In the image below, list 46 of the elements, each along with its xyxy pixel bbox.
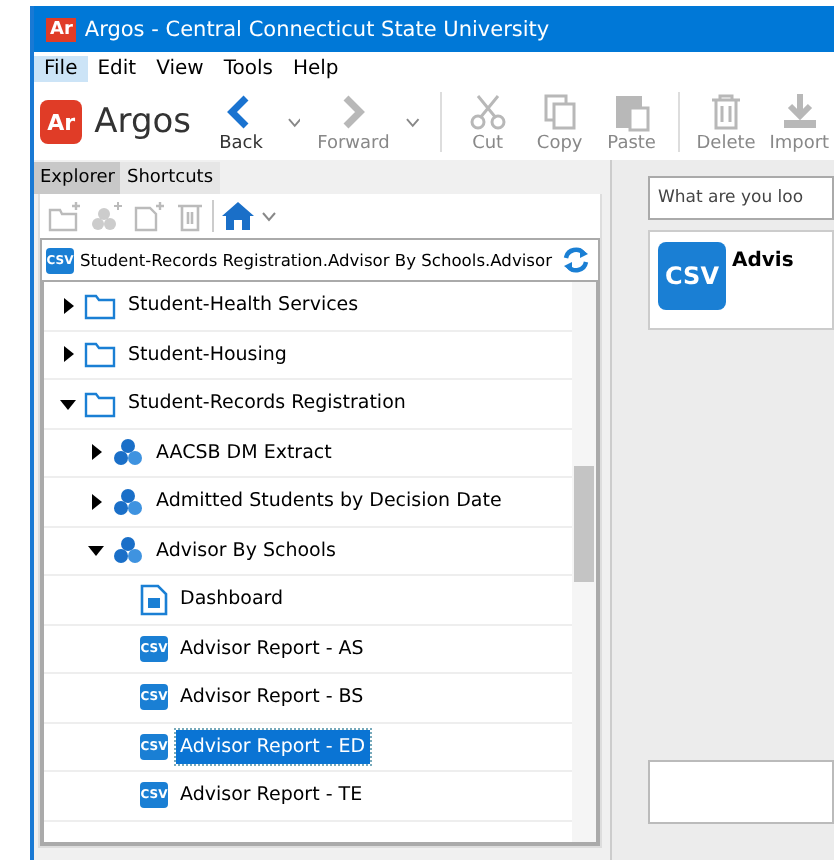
- caret-icon[interactable]: [262, 211, 276, 221]
- menu-item[interactable]: Edit: [87, 55, 147, 81]
- report-title: Advis: [732, 250, 794, 272]
- expand-arrow-icon[interactable]: [88, 444, 104, 461]
- tree-item[interactable]: Admitted Students by Decision Date: [152, 484, 506, 519]
- refresh-icon[interactable]: [562, 246, 590, 274]
- cubes-icon: [112, 487, 144, 516]
- tree-item[interactable]: AACSB DM Extract: [152, 435, 336, 470]
- cubes-icon: [112, 438, 144, 467]
- scrollbar[interactable]: [572, 282, 596, 842]
- tree-item[interactable]: Student-Records Registration: [124, 386, 410, 421]
- caret-icon[interactable]: [287, 117, 301, 127]
- panel-tab[interactable]: Shortcuts: [120, 162, 220, 194]
- expand-arrow-icon[interactable]: [60, 346, 76, 363]
- document-chart-icon: [140, 583, 168, 616]
- folder-icon: [84, 389, 116, 418]
- tree-item[interactable]: Advisor Report - BS: [176, 680, 368, 715]
- app-icon: Ar: [46, 17, 77, 41]
- menu-item[interactable]: File: [34, 55, 88, 81]
- folder-icon: [84, 291, 116, 320]
- menu-item[interactable]: Tools: [213, 55, 283, 81]
- tree-item[interactable]: Advisor Report - AS: [176, 631, 368, 666]
- folder-icon: [84, 340, 116, 369]
- tree-item[interactable]: Dashboard: [176, 582, 288, 617]
- tree-item[interactable]: Advisor Report - TE: [176, 778, 367, 813]
- tree-item[interactable]: Student-Housing: [124, 337, 291, 372]
- expand-arrow-icon[interactable]: [88, 493, 104, 510]
- logo-icon: Ar: [40, 100, 83, 144]
- tree-item[interactable]: Advisor By Schools: [152, 533, 340, 568]
- menu-item[interactable]: View: [146, 55, 214, 81]
- cubes-icon: [112, 536, 144, 565]
- collapse-arrow-icon[interactable]: [60, 395, 76, 412]
- panel-tab[interactable]: Explorer: [34, 162, 121, 194]
- collapse-arrow-icon[interactable]: [88, 542, 104, 559]
- back-button[interactable]: Back: [207, 90, 276, 154]
- csv-icon: CSV: [658, 242, 726, 310]
- home-icon[interactable]: [220, 200, 256, 232]
- expand-arrow-icon[interactable]: [60, 297, 76, 314]
- cut-icon: [465, 90, 510, 134]
- tree-item[interactable]: Advisor Report - ED: [176, 729, 370, 764]
- window-title: Argos - Central Connecticut State University: [84, 17, 550, 41]
- menu-item[interactable]: Help: [282, 55, 349, 81]
- tree-item[interactable]: Student-Health Services: [124, 288, 363, 323]
- app-name: Argos: [94, 102, 192, 142]
- search-field[interactable]: What are you loo: [648, 176, 834, 220]
- path-text: Student-Records Registration.Advisor By Schools.Advisor: [80, 250, 554, 270]
